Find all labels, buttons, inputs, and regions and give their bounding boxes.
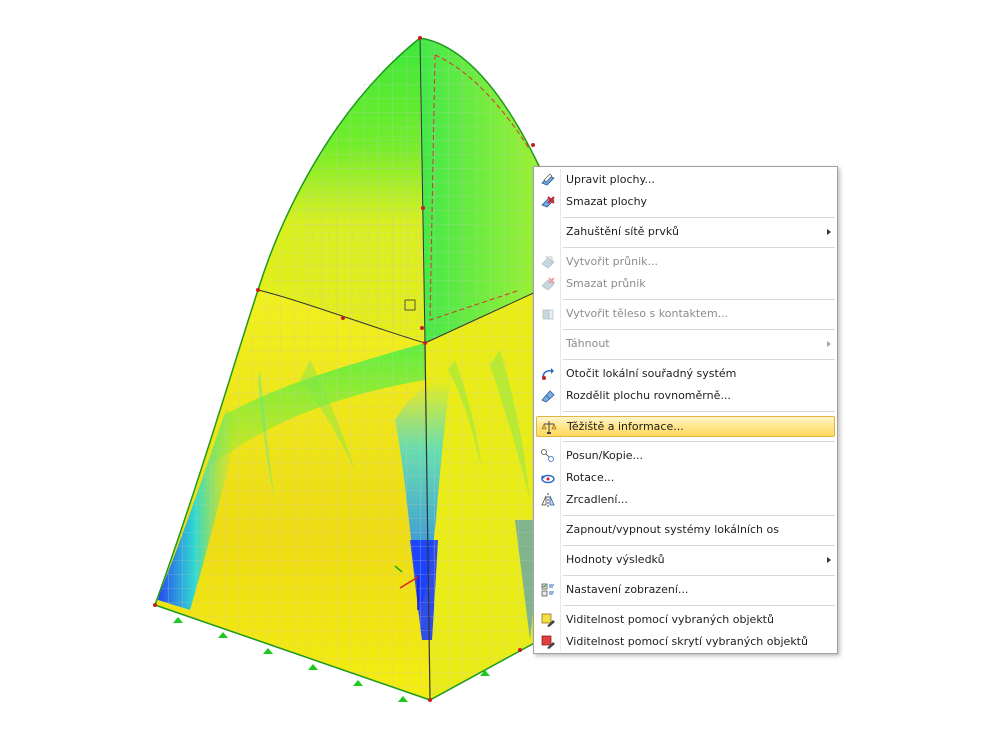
menu-item-extrude[interactable]: Táhnout	[536, 334, 835, 355]
menu-item-mirror[interactable]: Zrcadlení...	[536, 490, 835, 511]
create-intersection-icon	[540, 254, 556, 270]
menu-item-label: Otočit lokální souřadný systém	[566, 367, 737, 380]
menu-item-label: Táhnout	[566, 337, 610, 350]
menu-item-label: Upravit plochy...	[566, 173, 655, 186]
menu-separator	[563, 299, 835, 300]
submenu-arrow-icon	[827, 341, 831, 347]
move-copy-icon	[540, 448, 556, 464]
display-settings-icon	[540, 582, 556, 598]
menu-item-move-copy[interactable]: Posun/Kopie...	[536, 446, 835, 467]
divide-surface-icon	[540, 388, 556, 404]
menu-item-edit-surfaces[interactable]: Upravit plochy...	[536, 170, 835, 191]
menu-item-label: Vytvořit průnik...	[566, 255, 659, 268]
edit-surfaces-icon	[540, 172, 556, 188]
menu-item-label: Hodnoty výsledků	[566, 553, 665, 566]
menu-separator	[563, 575, 835, 576]
submenu-arrow-icon	[827, 557, 831, 563]
menu-separator	[563, 515, 835, 516]
menu-item-label: Zahuštění sítě prvků	[566, 225, 679, 238]
menu-separator	[563, 329, 835, 330]
menu-item-rotate-local-axes[interactable]: Otočit lokální souřadný systém	[536, 364, 835, 385]
context-menu: Upravit plochy... Smazat plochy Zahuštěn…	[533, 166, 838, 654]
menu-item-label: Zapnout/vypnout systémy lokálních os	[566, 523, 779, 536]
visibility-selected-icon	[540, 612, 556, 628]
menu-separator	[563, 411, 835, 412]
menu-item-mesh-refinement[interactable]: Zahuštění sítě prvků	[536, 222, 835, 243]
menu-item-label: Těžiště a informace...	[567, 420, 684, 433]
menu-item-visibility-hide-selected[interactable]: Viditelnost pomocí skrytí vybraných obje…	[536, 632, 835, 653]
menu-item-label: Rozdělit plochu rovnoměrně...	[566, 389, 731, 402]
menu-separator	[563, 441, 835, 442]
centroid-info-icon	[541, 419, 557, 435]
delete-intersection-icon	[540, 276, 556, 292]
menu-item-label: Viditelnost pomocí vybraných objektů	[566, 613, 774, 626]
menu-item-divide-surface[interactable]: Rozdělit plochu rovnoměrně...	[536, 386, 835, 407]
menu-item-label: Vytvořit těleso s kontaktem...	[566, 307, 729, 320]
menu-item-create-intersection[interactable]: Vytvořit průnik...	[536, 252, 835, 273]
menu-item-create-contact-solid[interactable]: Vytvořit těleso s kontaktem...	[536, 304, 835, 325]
menu-separator	[563, 247, 835, 248]
menu-item-label: Posun/Kopie...	[566, 449, 644, 462]
surface-model[interactable]	[150, 30, 550, 710]
visibility-hide-selected-icon	[540, 634, 556, 650]
menu-item-label: Viditelnost pomocí skrytí vybraných obje…	[566, 635, 808, 648]
menu-item-visibility-selected[interactable]: Viditelnost pomocí vybraných objektů	[536, 610, 835, 631]
menu-separator	[563, 359, 835, 360]
rotate-icon	[540, 470, 556, 486]
menu-item-centroid-info[interactable]: Těžiště a informace...	[536, 416, 835, 437]
menu-item-delete-surfaces[interactable]: Smazat plochy	[536, 192, 835, 213]
submenu-arrow-icon	[827, 229, 831, 235]
menu-item-toggle-local-axes[interactable]: Zapnout/vypnout systémy lokálních os	[536, 520, 835, 541]
menu-item-display-settings[interactable]: Nastavení zobrazení...	[536, 580, 835, 601]
menu-item-label: Rotace...	[566, 471, 615, 484]
menu-item-rotate[interactable]: Rotace...	[536, 468, 835, 489]
model-viewport[interactable]	[0, 0, 1000, 750]
rotate-local-axes-icon	[540, 366, 556, 382]
menu-item-label: Smazat plochy	[566, 195, 648, 208]
menu-item-label: Zrcadlení...	[566, 493, 628, 506]
create-contact-solid-icon	[540, 306, 556, 322]
menu-item-result-values[interactable]: Hodnoty výsledků	[536, 550, 835, 571]
menu-item-delete-intersection[interactable]: Smazat průnik	[536, 274, 835, 295]
menu-item-label: Nastavení zobrazení...	[566, 583, 689, 596]
mirror-icon	[540, 492, 556, 508]
menu-separator	[563, 605, 835, 606]
delete-surfaces-icon	[540, 194, 556, 210]
menu-item-label: Smazat průnik	[566, 277, 646, 290]
menu-separator	[563, 217, 835, 218]
menu-separator	[563, 545, 835, 546]
